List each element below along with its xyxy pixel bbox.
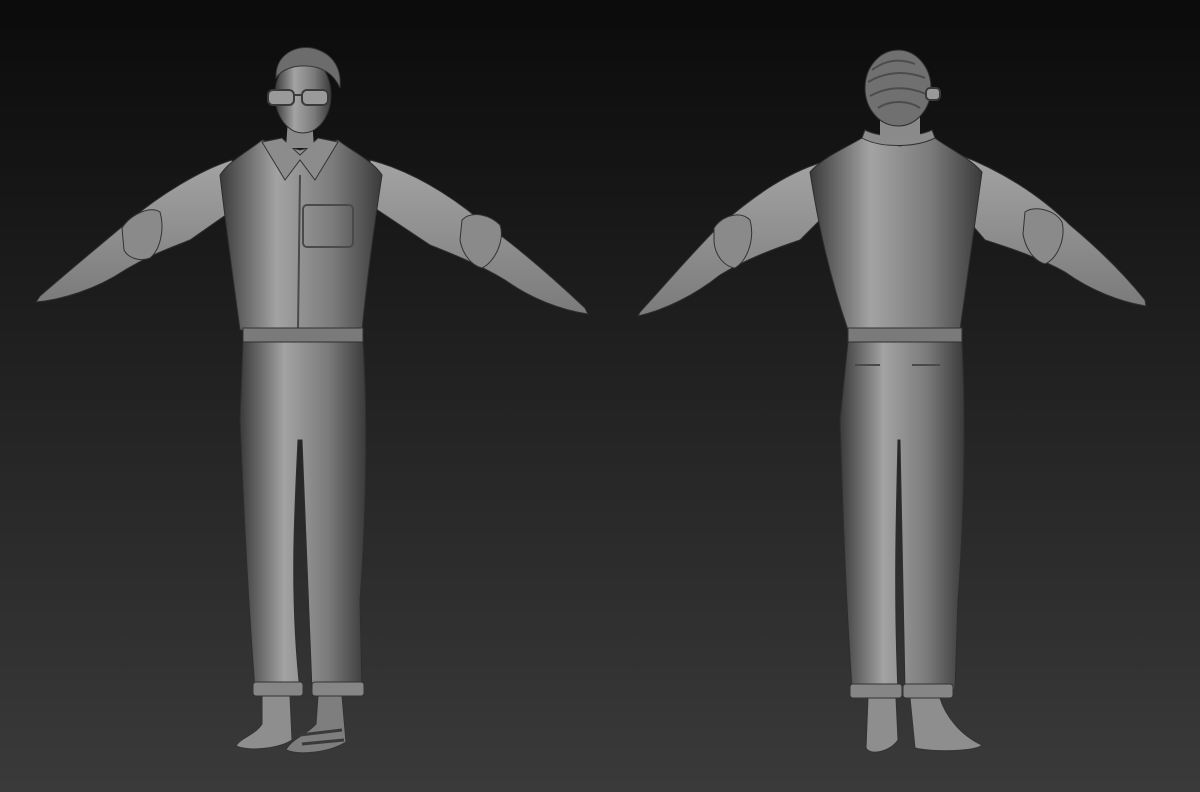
back-sunglasses-icon	[925, 87, 941, 101]
back-pant-cuff-left	[849, 683, 903, 699]
sculpt-viewport	[0, 0, 1200, 792]
front-pant-cuff-left	[252, 681, 304, 697]
back-foot-left	[865, 697, 899, 753]
turnaround-canvas	[0, 0, 1200, 792]
background	[0, 0, 1200, 792]
front-pant-cuff-right	[311, 681, 365, 697]
back-belt	[847, 327, 963, 343]
back-pant-cuff-right	[902, 683, 954, 699]
front-belt	[242, 327, 364, 343]
front-shirt	[219, 139, 383, 331]
